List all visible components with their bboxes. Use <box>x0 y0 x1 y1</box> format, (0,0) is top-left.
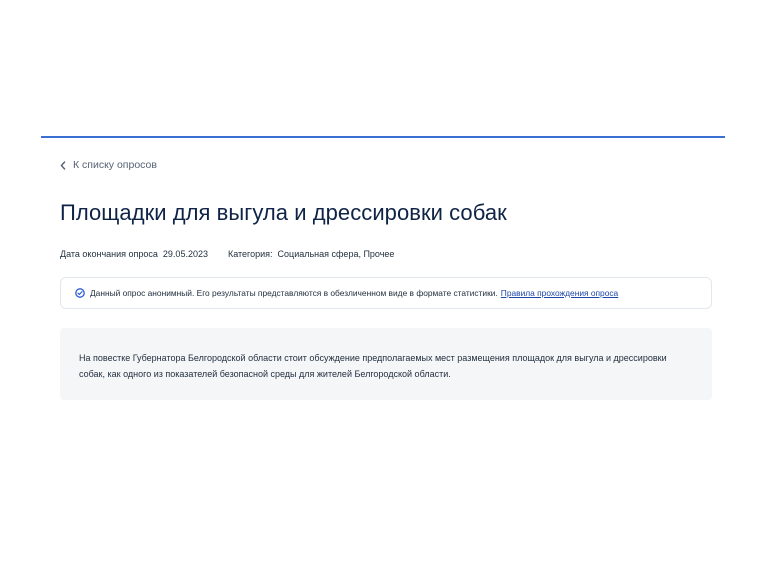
anonymous-check-icon <box>75 288 85 298</box>
survey-rules-link[interactable]: Правила прохождения опроса <box>501 288 618 298</box>
back-to-surveys-link[interactable]: К списку опросов <box>60 150 157 180</box>
end-date: Дата окончания опроса 29.05.2023 <box>60 248 208 260</box>
category-value: Социальная сфера, Прочее <box>277 249 395 259</box>
survey-meta: Дата окончания опроса 29.05.2023 Категор… <box>60 248 712 260</box>
category: Категория: Социальная сфера, Прочее <box>228 248 394 260</box>
chevron-left-icon <box>60 160 66 170</box>
anonymity-notice: Данный опрос анонимный. Его результаты п… <box>60 277 712 309</box>
survey-description: На повестке Губернатора Белгородской обл… <box>60 328 712 400</box>
category-label: Категория: <box>227 249 273 259</box>
page-title: Площадки для выгула и дрессировки собак <box>60 200 507 225</box>
back-link-label: К списку опросов <box>73 159 157 171</box>
notice-text: Данный опрос анонимный. Его результаты п… <box>90 288 498 298</box>
end-date-label: Дата окончания опроса <box>60 249 158 259</box>
description-text: На повестке Губернатора Белгородской обл… <box>79 353 667 379</box>
survey-page: К списку опросов Площадки для выгула и д… <box>60 150 712 400</box>
header-divider <box>41 136 725 138</box>
end-date-value: 29.05.2023 <box>162 249 208 259</box>
